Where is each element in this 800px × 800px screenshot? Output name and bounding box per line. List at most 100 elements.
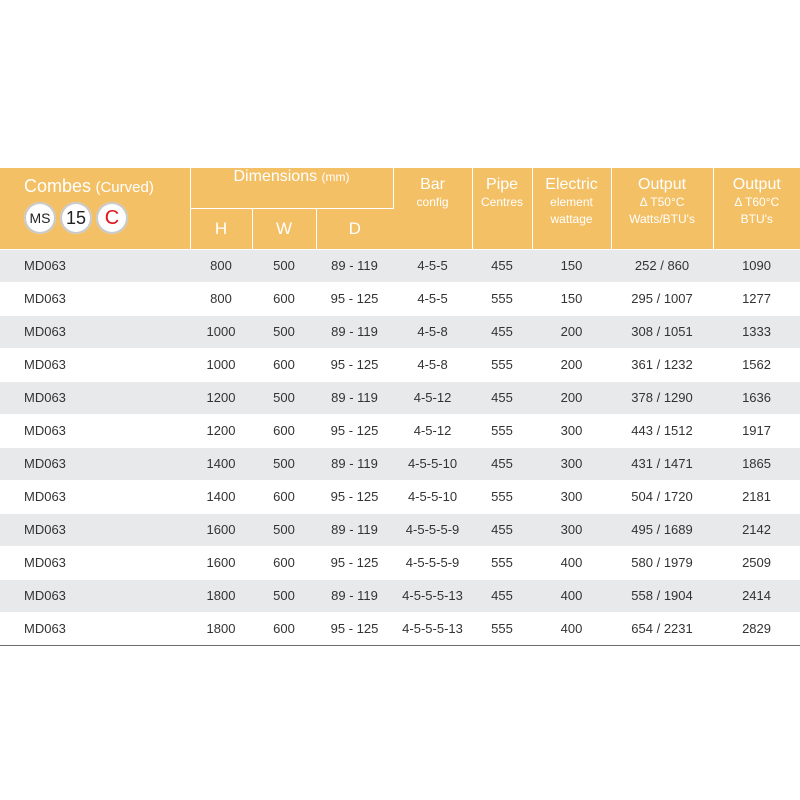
electric-wattage-cell: 150	[532, 248, 612, 282]
electric-wattage-cell: 300	[532, 413, 612, 447]
pipe-centres-cell: 555	[472, 479, 533, 513]
pipe-centres-cell: 455	[472, 314, 533, 348]
bar-config-cell: 4-5-5	[393, 281, 473, 315]
output60-sub-2: BTU's	[740, 212, 773, 226]
bar-label: Bar	[420, 176, 445, 193]
pipe-centres-cell: 455	[472, 248, 533, 282]
output-t50-cell: 308 / 1051	[611, 314, 714, 348]
height-cell: 1600	[190, 545, 252, 579]
electric-wattage-cell: 200	[532, 347, 612, 381]
output-t50-cell: 504 / 1720	[611, 479, 714, 513]
header-output-t60: Output Δ T60°C BTU's	[713, 168, 800, 249]
width-cell: 500	[252, 578, 316, 612]
height-cell: 1200	[190, 413, 252, 447]
depth-cell: 89 - 119	[316, 578, 394, 612]
depth-cell: 95 - 125	[316, 413, 394, 447]
width-cell: 500	[252, 314, 316, 348]
pipe-centres-cell: 455	[472, 380, 533, 414]
model-code-cell: MD063	[0, 413, 190, 447]
product-spec-table: Combes (Curved) MS 15 C Dimensions (mm)	[0, 168, 800, 646]
bar-config-cell: 4-5-12	[393, 413, 473, 447]
pipe-centres-cell: 455	[472, 578, 533, 612]
table-row: MD063 800 600 95 - 125 4-5-5 555 150 295 / 1007…	[0, 281, 800, 315]
product-name: Combes	[24, 176, 92, 196]
width-cell: 500	[252, 380, 316, 414]
header-bar-config: Bar config	[393, 168, 473, 249]
pipe-sub: Centres	[481, 195, 524, 209]
pipe-centres-cell: 555	[472, 347, 533, 381]
model-code-cell: MD063	[0, 545, 190, 579]
depth-cell: 89 - 119	[316, 512, 394, 546]
bar-config-cell: 4-5-5-5-9	[393, 512, 473, 546]
width-cell: 600	[252, 545, 316, 579]
electric-wattage-cell: 400	[532, 578, 612, 612]
pipe-centres-cell: 455	[472, 512, 533, 546]
dimensions-label: Dimensions	[233, 168, 318, 185]
depth-cell: 95 - 125	[316, 347, 394, 381]
output-t60-cell: 1636	[713, 380, 800, 414]
electric-sub-2: wattage	[550, 212, 593, 226]
table-row: MD063 1000 600 95 - 125 4-5-8 555 200 361 / 123…	[0, 347, 800, 381]
pipe-centres-cell: 555	[472, 413, 533, 447]
table-body: MD063 800 500 89 - 119 4-5-5 455 150 252 / 860 1…	[0, 248, 800, 646]
electric-label: Electric	[545, 176, 598, 193]
output-t50-cell: 580 / 1979	[611, 545, 714, 579]
height-cell: 1800	[190, 578, 252, 612]
output-t50-cell: 443 / 1512	[611, 413, 714, 447]
width-cell: 600	[252, 611, 316, 646]
output50-sub-2: Watts/BTU's	[629, 212, 695, 226]
output60-label: Output	[732, 176, 781, 193]
width-cell: 500	[252, 446, 316, 480]
pipe-label: Pipe	[486, 176, 519, 193]
bar-config-cell: 4-5-12	[393, 380, 473, 414]
output-t60-cell: 1917	[713, 413, 800, 447]
bar-config-cell: 4-5-5-5-13	[393, 578, 473, 612]
depth-cell: 89 - 119	[316, 248, 394, 282]
model-code-cell: MD063	[0, 611, 190, 646]
header-pipe-centres: Pipe Centres	[472, 168, 533, 249]
electric-wattage-cell: 300	[532, 479, 612, 513]
width-cell: 600	[252, 281, 316, 315]
electric-wattage-cell: 400	[532, 611, 612, 646]
output-t50-cell: 252 / 860	[611, 248, 714, 282]
height-cell: 800	[190, 281, 252, 315]
bar-config-cell: 4-5-5-10	[393, 446, 473, 480]
output60-sub-1: Δ T60°C	[734, 195, 780, 209]
header-dimensions: Dimensions (mm)	[190, 168, 394, 208]
fifteen-badge: 15	[60, 202, 92, 234]
height-cell: 1600	[190, 512, 252, 546]
output50-label: Output	[638, 176, 687, 193]
table-row: MD063 1400 600 95 - 125 4-5-5-10 555 300 504 / …	[0, 479, 800, 513]
width-cell: 600	[252, 479, 316, 513]
bar-config-cell: 4-5-5-5-13	[393, 611, 473, 646]
depth-cell: 95 - 125	[316, 479, 394, 513]
electric-sub-1: element	[550, 195, 593, 209]
output-t60-cell: 2829	[713, 611, 800, 646]
badge-group: MS 15 C	[24, 202, 190, 234]
ms-badge: MS	[24, 202, 56, 234]
width-cell: 600	[252, 347, 316, 381]
output-t60-cell: 1865	[713, 446, 800, 480]
table-row: MD063 1800 500 89 - 119 4-5-5-5-13 455 400 558 …	[0, 578, 800, 612]
table-row: MD063 1000 500 89 - 119 4-5-8 455 200 308 / 105…	[0, 314, 800, 348]
bar-config-cell: 4-5-5-10	[393, 479, 473, 513]
header-w: W	[252, 207, 317, 249]
model-code-cell: MD063	[0, 380, 190, 414]
electric-wattage-cell: 300	[532, 512, 612, 546]
output-t60-cell: 1090	[713, 248, 800, 282]
model-code-cell: MD063	[0, 578, 190, 612]
bar-config-cell: 4-5-8	[393, 347, 473, 381]
model-code-cell: MD063	[0, 314, 190, 348]
output-t50-cell: 431 / 1471	[611, 446, 714, 480]
electric-wattage-cell: 300	[532, 446, 612, 480]
output-t60-cell: 1277	[713, 281, 800, 315]
pipe-centres-cell: 555	[472, 545, 533, 579]
table-row: MD063 1600 500 89 - 119 4-5-5-5-9 455 300 495 /…	[0, 512, 800, 546]
pipe-centres-cell: 455	[472, 446, 533, 480]
depth-cell: 95 - 125	[316, 611, 394, 646]
output50-sub-1: Δ T50°C	[639, 195, 685, 209]
electric-wattage-cell: 400	[532, 545, 612, 579]
depth-cell: 89 - 119	[316, 446, 394, 480]
model-code-cell: MD063	[0, 347, 190, 381]
bar-config-cell: 4-5-8	[393, 314, 473, 348]
